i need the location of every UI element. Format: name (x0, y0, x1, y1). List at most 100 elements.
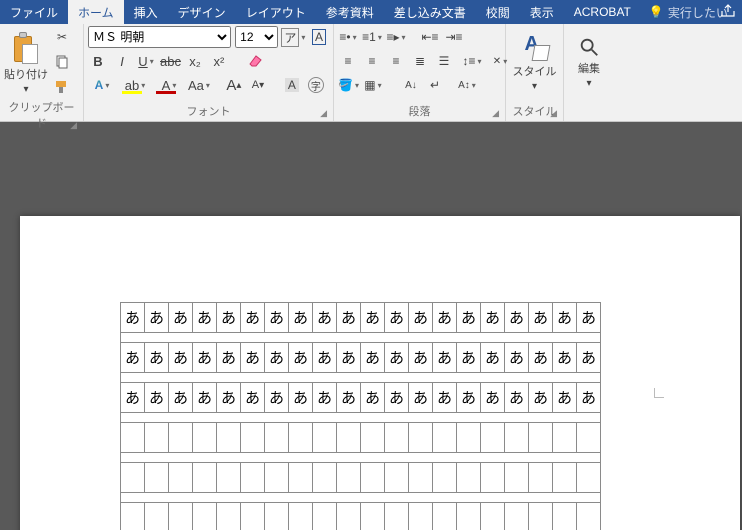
bullets-button[interactable]: ≡• (338, 26, 358, 48)
text-direction-button[interactable]: A↕ (457, 74, 477, 96)
grid-cell[interactable] (457, 423, 481, 453)
grid-cell[interactable] (217, 463, 241, 493)
grid-cell[interactable] (289, 423, 313, 453)
increase-indent-button[interactable]: ⇥≡ (444, 26, 464, 48)
paragraph-launcher[interactable]: ◢ (492, 108, 499, 119)
grid-cell[interactable]: あ (505, 383, 529, 413)
grid-cell[interactable] (577, 423, 601, 453)
grid-cell[interactable] (337, 423, 361, 453)
grid-cell[interactable]: あ (265, 303, 289, 333)
grid-cell[interactable]: あ (361, 303, 385, 333)
strikethrough-button[interactable]: abc (160, 50, 181, 72)
grid-cell[interactable]: あ (529, 343, 553, 373)
shading-button[interactable]: 🪣 (338, 74, 359, 96)
grid-cell[interactable]: あ (505, 303, 529, 333)
borders-button[interactable]: ▦ (363, 74, 383, 96)
grid-cell[interactable] (361, 463, 385, 493)
grid-cell[interactable] (241, 423, 265, 453)
grid-cell[interactable] (505, 463, 529, 493)
grid-cell[interactable]: あ (337, 303, 361, 333)
grid-cell[interactable] (433, 503, 457, 530)
phonetic-guide-button[interactable]: ア (282, 26, 305, 48)
grid-cell[interactable] (577, 463, 601, 493)
grid-cell[interactable] (553, 463, 577, 493)
grid-cell[interactable] (553, 503, 577, 530)
grid-cell[interactable]: あ (289, 383, 313, 413)
grid-cell[interactable]: あ (193, 343, 217, 373)
grid-cell[interactable] (193, 463, 217, 493)
paste-button[interactable]: 貼り付け ▾ (4, 26, 48, 98)
grid-cell[interactable] (409, 503, 433, 530)
tab-design[interactable]: デザイン (168, 0, 236, 24)
sort-button[interactable]: A↓ (401, 74, 421, 96)
grid-cell[interactable] (529, 423, 553, 453)
tab-home[interactable]: ホーム (68, 0, 124, 24)
decrease-indent-button[interactable]: ⇤≡ (420, 26, 440, 48)
grid-cell[interactable]: あ (385, 303, 409, 333)
grid-cell[interactable] (169, 503, 193, 530)
tab-file[interactable]: ファイル (0, 0, 68, 24)
share-button[interactable] (720, 3, 736, 22)
grid-cell[interactable]: あ (193, 303, 217, 333)
grid-cell[interactable]: あ (529, 303, 553, 333)
text-effects-button[interactable]: A (88, 74, 116, 96)
grid-cell[interactable]: あ (217, 303, 241, 333)
change-case-button[interactable]: Aa (188, 74, 210, 96)
grid-cell[interactable] (169, 423, 193, 453)
grid-cell[interactable]: あ (145, 343, 169, 373)
grid-cell[interactable]: あ (217, 383, 241, 413)
grid-cell[interactable] (505, 423, 529, 453)
grid-cell[interactable]: あ (385, 383, 409, 413)
editing-button[interactable]: 編集 ▾ (568, 26, 610, 98)
grid-cell[interactable] (313, 423, 337, 453)
line-spacing-button[interactable]: ↕≡ (462, 50, 482, 72)
grid-cell[interactable] (361, 423, 385, 453)
tab-view[interactable]: 表示 (520, 0, 564, 24)
grid-cell[interactable] (241, 503, 265, 530)
grid-cell[interactable] (361, 503, 385, 530)
grid-cell[interactable]: あ (145, 383, 169, 413)
grid-cell[interactable]: あ (265, 343, 289, 373)
grid-cell[interactable]: あ (505, 343, 529, 373)
grid-cell[interactable]: あ (433, 343, 457, 373)
grid-cell[interactable]: あ (577, 343, 601, 373)
grid-cell[interactable]: あ (361, 383, 385, 413)
grid-cell[interactable]: あ (529, 383, 553, 413)
grid-cell[interactable]: あ (169, 343, 193, 373)
grid-cell[interactable]: あ (457, 303, 481, 333)
justify-button[interactable]: ≣ (410, 50, 430, 72)
styles-pane-button[interactable]: スタイル ▾ (513, 26, 557, 98)
grid-cell[interactable] (337, 503, 361, 530)
grid-cell[interactable]: あ (121, 303, 145, 333)
grid-cell[interactable] (121, 463, 145, 493)
shrink-font-button[interactable]: A▾ (248, 74, 268, 96)
font-size-select[interactable]: 12 (235, 26, 278, 48)
grid-cell[interactable] (265, 503, 289, 530)
grid-cell[interactable] (121, 423, 145, 453)
grid-cell[interactable]: あ (241, 303, 265, 333)
enclose-char-button[interactable]: 字 (306, 74, 326, 96)
highlight-button[interactable]: ab (120, 74, 150, 96)
grid-cell[interactable]: あ (169, 303, 193, 333)
grid-cell[interactable] (313, 463, 337, 493)
styles-launcher[interactable]: ◢ (550, 108, 557, 119)
grid-cell[interactable]: あ (313, 383, 337, 413)
grid-cell[interactable]: あ (457, 383, 481, 413)
font-launcher[interactable]: ◢ (320, 108, 327, 119)
grid-cell[interactable]: あ (553, 383, 577, 413)
grid-cell[interactable]: あ (457, 343, 481, 373)
grid-cell[interactable] (241, 463, 265, 493)
grid-cell[interactable]: あ (433, 303, 457, 333)
grid-cell[interactable] (553, 423, 577, 453)
subscript-button[interactable]: x₂ (185, 50, 205, 72)
grid-cell[interactable] (529, 503, 553, 530)
grid-cell[interactable] (457, 503, 481, 530)
grid-cell[interactable]: あ (145, 303, 169, 333)
font-name-select[interactable]: ＭＳ 明朝 (88, 26, 231, 48)
tab-review[interactable]: 校閲 (476, 0, 520, 24)
align-left-button[interactable]: ≡ (338, 50, 358, 72)
underline-button[interactable]: U (136, 50, 156, 72)
numbering-button[interactable]: ≡1 (362, 26, 382, 48)
grid-cell[interactable]: あ (481, 303, 505, 333)
grid-cell[interactable]: あ (241, 343, 265, 373)
